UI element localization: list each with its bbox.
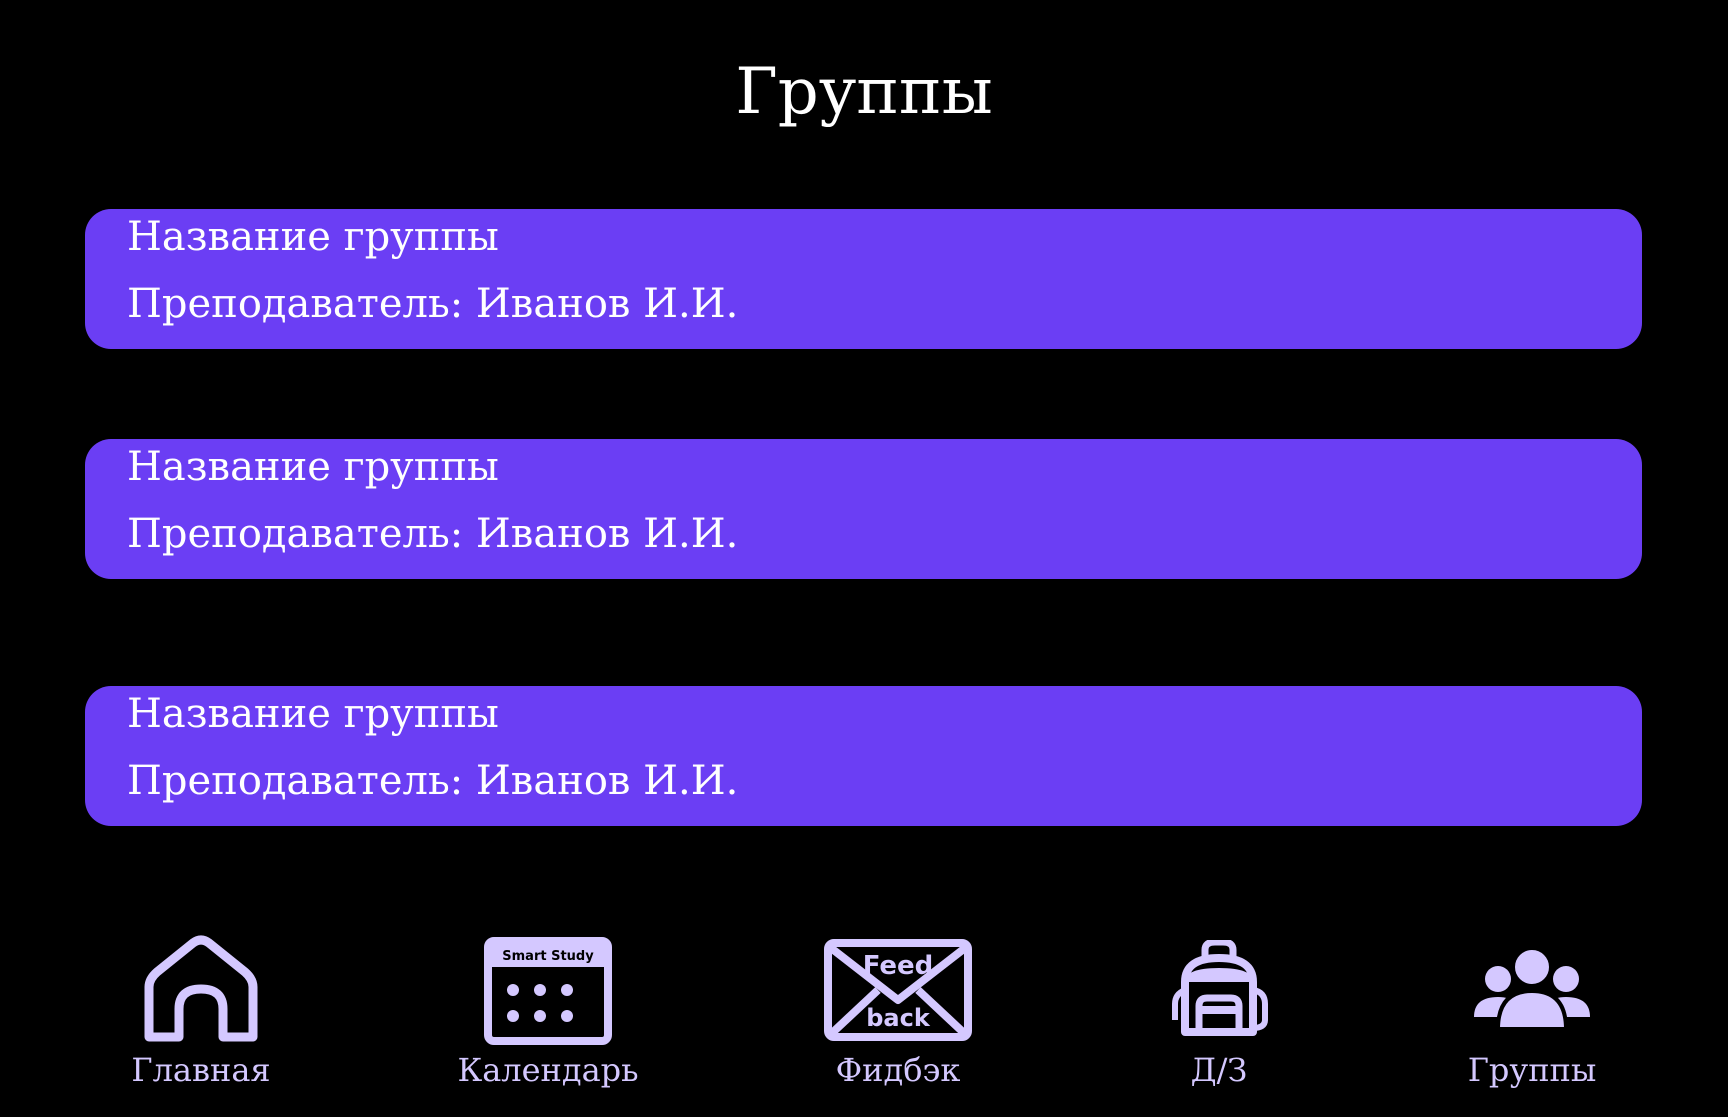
bottom-nav: Главная Smart Study Календарь Feed back … <box>0 930 1728 1100</box>
home-icon <box>91 930 311 1050</box>
nav-item-groups[interactable]: Группы <box>1422 930 1642 1100</box>
group-teacher: Преподаватель: Иванов И.И. <box>127 758 739 804</box>
nav-item-homework[interactable]: Д/З <box>1109 930 1329 1100</box>
backpack-icon <box>1109 930 1329 1050</box>
nav-item-feedback[interactable]: Feed back Фидбэк <box>788 930 1008 1100</box>
group-card[interactable]: Название группы Преподаватель: Иванов И.… <box>85 686 1642 826</box>
nav-label: Фидбэк <box>835 1051 961 1089</box>
page-title: Группы <box>735 55 993 129</box>
nav-item-calendar[interactable]: Smart Study Календарь <box>438 930 658 1100</box>
nav-label: Календарь <box>457 1051 639 1089</box>
calendar-icon: Smart Study <box>438 930 658 1050</box>
nav-label: Группы <box>1467 1051 1597 1089</box>
group-teacher: Преподаватель: Иванов И.И. <box>127 511 739 557</box>
calendar-icon-text: Smart Study <box>502 949 594 964</box>
nav-label: Главная <box>131 1051 271 1089</box>
group-name: Название группы <box>127 691 499 737</box>
nav-label: Д/З <box>1190 1051 1248 1089</box>
group-teacher: Преподаватель: Иванов И.И. <box>127 281 739 327</box>
group-name: Название группы <box>127 444 499 490</box>
group-card[interactable]: Название группы Преподаватель: Иванов И.… <box>85 209 1642 349</box>
nav-item-home[interactable]: Главная <box>91 930 311 1100</box>
feedback-icon-text-bottom: back <box>866 1004 931 1032</box>
group-card[interactable]: Название группы Преподаватель: Иванов И.… <box>85 439 1642 579</box>
group-name: Название группы <box>127 214 499 260</box>
users-icon <box>1422 930 1642 1050</box>
feedback-icon-text-top: Feed <box>863 951 934 981</box>
feedback-envelope-icon: Feed back <box>788 930 1008 1050</box>
